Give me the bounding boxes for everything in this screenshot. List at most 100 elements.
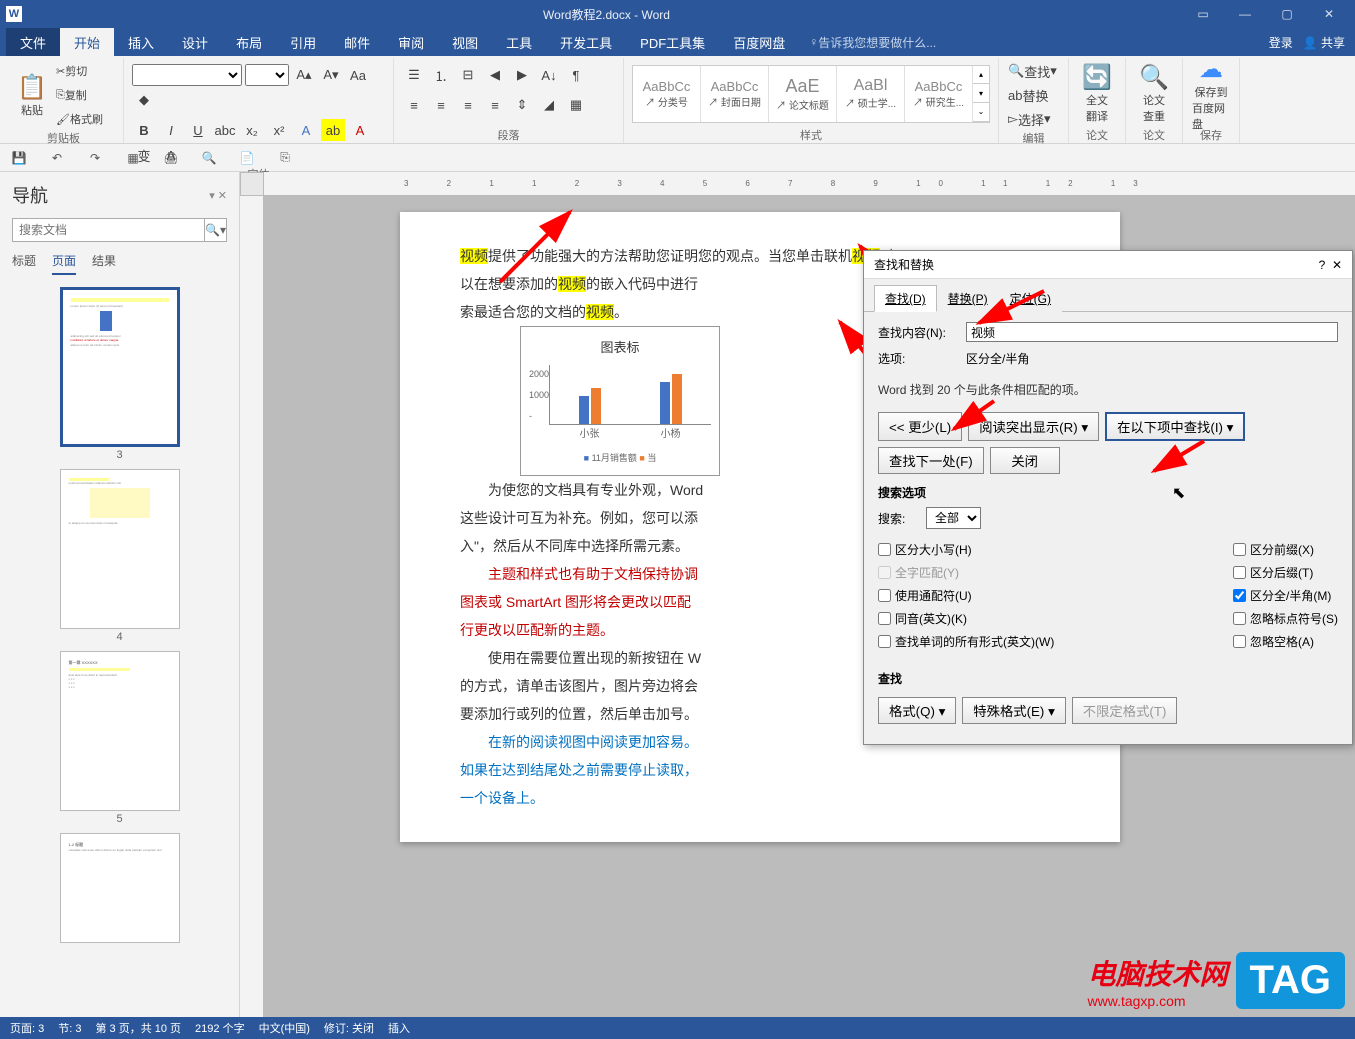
align-right-icon[interactable]: ≡ xyxy=(456,94,480,116)
decrease-indent-icon[interactable]: ◀ xyxy=(483,64,507,86)
status-track[interactable]: 修订: 关闭 xyxy=(324,1020,374,1036)
italic-button[interactable]: I xyxy=(159,119,183,141)
tab-home[interactable]: 开始 xyxy=(60,28,114,56)
align-center-icon[interactable]: ≡ xyxy=(429,94,453,116)
cb-suffix[interactable]: 区分后缀(T) xyxy=(1233,564,1338,581)
search-scope-select[interactable]: 全部 xyxy=(926,507,981,529)
nav-tab-results[interactable]: 结果 xyxy=(92,252,116,275)
text-effects-icon[interactable]: A xyxy=(294,119,318,141)
format-button[interactable]: 格式(Q) ▾ xyxy=(878,697,956,724)
nav-tab-pages[interactable]: 页面 xyxy=(52,252,76,275)
tab-pdf[interactable]: PDF工具集 xyxy=(626,28,719,56)
reading-highlight-button[interactable]: 阅读突出显示(R) ▾ xyxy=(968,412,1099,441)
qat-icon[interactable]: ▦ xyxy=(124,149,142,167)
font-size-select[interactable] xyxy=(245,64,289,86)
status-section[interactable]: 节: 3 xyxy=(58,1020,81,1036)
paste-button[interactable]: 📋粘贴 xyxy=(12,65,52,125)
tab-developer[interactable]: 开发工具 xyxy=(546,28,626,56)
cb-all-forms[interactable]: 查找单词的所有形式(英文)(W) xyxy=(878,633,1054,650)
tell-me-input[interactable]: ♀ 告诉我您想要做什么... xyxy=(799,28,946,56)
style-item[interactable]: AaBl↗ 硕士学... xyxy=(837,66,905,122)
style-item[interactable]: AaBbCc↗ 封面日期 xyxy=(701,66,769,122)
dialog-tab-goto[interactable]: 定位(G) xyxy=(999,285,1062,312)
tab-file[interactable]: 文件 xyxy=(6,28,60,56)
qat-icon[interactable]: ⎘ xyxy=(276,149,294,167)
borders-icon[interactable]: ▦ xyxy=(564,94,588,116)
dialog-help-icon[interactable]: ? xyxy=(1319,258,1326,272)
qat-icon[interactable]: 🔍 xyxy=(200,149,218,167)
multilevel-icon[interactable]: ⊟ xyxy=(456,64,480,86)
vertical-ruler[interactable] xyxy=(240,196,264,1017)
find-button[interactable]: 🔍 查找 ▾ xyxy=(1007,60,1067,82)
style-gallery-more[interactable]: ▴▾⌄ xyxy=(973,66,989,122)
superscript-button[interactable]: x² xyxy=(267,119,291,141)
ribbon-options-icon[interactable]: ▭ xyxy=(1183,4,1223,24)
cut-button[interactable]: ✂ 剪切 xyxy=(55,60,115,82)
style-item[interactable]: AaBbCc↗ 分类号 xyxy=(633,66,701,122)
align-left-icon[interactable]: ≡ xyxy=(402,94,426,116)
save-icon[interactable]: 💾 xyxy=(10,149,28,167)
status-insert[interactable]: 插入 xyxy=(388,1020,410,1036)
page-thumbnail[interactable]: 第一章 XXXXXXduis aute irure dolor in repre… xyxy=(60,651,180,825)
share-button[interactable]: 👤 共享 xyxy=(1303,34,1345,51)
format-painter-button[interactable]: 🖌 格式刷 xyxy=(55,108,115,130)
dialog-tab-replace[interactable]: 替换(P) xyxy=(937,285,999,312)
style-gallery[interactable]: AaBbCc↗ 分类号 AaBbCc↗ 封面日期 AaE↗ 论文标题 AaBl↗… xyxy=(632,65,990,123)
font-family-select[interactable] xyxy=(132,64,242,86)
dialog-tab-find[interactable]: 查找(D) xyxy=(874,285,937,312)
nav-tab-headings[interactable]: 标题 xyxy=(12,252,36,275)
cb-sounds-like[interactable]: 同音(英文)(K) xyxy=(878,610,1054,627)
show-marks-icon[interactable]: ¶ xyxy=(564,64,588,86)
tab-review[interactable]: 审阅 xyxy=(384,28,438,56)
copy-button[interactable]: ⎘ 复制 xyxy=(55,84,115,106)
qat-icon[interactable]: 🖨 xyxy=(162,149,180,167)
qat-icon[interactable]: 📄 xyxy=(238,149,256,167)
page-thumbnail[interactable]: 1.2 标题voluptate velit esse cillum dolore… xyxy=(60,833,180,943)
select-button[interactable]: ▻ 选择 ▾ xyxy=(1007,108,1067,130)
bullets-icon[interactable]: ☰ xyxy=(402,64,426,86)
special-format-button[interactable]: 特殊格式(E) ▾ xyxy=(962,697,1065,724)
find-in-button[interactable]: 在以下项中查找(I) ▾ xyxy=(1105,412,1245,441)
save-baidu-button[interactable]: ☁保存到百度网盘 xyxy=(1191,64,1231,124)
shading-icon[interactable]: ◢ xyxy=(537,94,561,116)
login-link[interactable]: 登录 xyxy=(1269,34,1293,51)
increase-indent-icon[interactable]: ▶ xyxy=(510,64,534,86)
bold-button[interactable]: B xyxy=(132,119,156,141)
status-page[interactable]: 页面: 3 xyxy=(10,1020,44,1036)
style-item[interactable]: AaBbCc↗ 研究生... xyxy=(905,66,973,122)
grow-font-icon[interactable]: A▴ xyxy=(292,64,316,86)
font-color-icon[interactable]: A xyxy=(348,119,372,141)
line-spacing-icon[interactable]: ⇕ xyxy=(510,94,534,116)
dialog-close-icon[interactable]: ✕ xyxy=(1332,258,1342,272)
embedded-chart[interactable]: 图表标 20001000- 小张小杨 ■ 11月销售额 ■ 当 xyxy=(520,326,720,476)
status-word-count[interactable]: 2192 个字 xyxy=(195,1020,245,1036)
cb-prefix[interactable]: 区分前缀(X) xyxy=(1233,541,1338,558)
find-next-button[interactable]: 查找下一处(F) xyxy=(878,447,984,474)
translate-button[interactable]: 🔄全文翻译 xyxy=(1077,64,1117,124)
tab-tools[interactable]: 工具 xyxy=(492,28,546,56)
shrink-font-icon[interactable]: A▾ xyxy=(319,64,343,86)
tab-view[interactable]: 视图 xyxy=(438,28,492,56)
tab-mail[interactable]: 邮件 xyxy=(330,28,384,56)
justify-icon[interactable]: ≡ xyxy=(483,94,507,116)
clear-format-icon[interactable]: ◆ xyxy=(132,89,156,111)
close-icon[interactable]: ✕ xyxy=(1309,4,1349,24)
replace-button[interactable]: ab 替换 xyxy=(1007,84,1067,106)
nav-search-input[interactable] xyxy=(13,219,204,241)
tab-baidu[interactable]: 百度网盘 xyxy=(719,28,799,56)
find-replace-dialog[interactable]: 查找和替换 ? ✕ 查找(D) 替换(P) 定位(G) 查找内容(N): 选项:… xyxy=(863,250,1353,745)
highlight-icon[interactable]: ab xyxy=(321,119,345,141)
minimize-icon[interactable]: — xyxy=(1225,4,1265,24)
redo-icon[interactable]: ↷ xyxy=(86,149,104,167)
thesis-check-button[interactable]: 🔍论文查重 xyxy=(1134,64,1174,124)
cb-match-case[interactable]: 区分大小写(H) xyxy=(878,541,1054,558)
numbering-icon[interactable]: ⒈ xyxy=(429,64,453,86)
status-page-count[interactable]: 第 3 页，共 10 页 xyxy=(95,1020,181,1036)
cb-wildcards[interactable]: 使用通配符(U) xyxy=(878,587,1054,604)
maximize-icon[interactable]: ▢ xyxy=(1267,4,1307,24)
change-case-icon[interactable]: Aa xyxy=(346,64,370,86)
horizontal-ruler[interactable]: 3 2 1 1 2 3 4 5 6 7 8 9 10 11 12 13 xyxy=(264,172,1355,196)
tab-layout[interactable]: 布局 xyxy=(222,28,276,56)
cb-ignore-punct[interactable]: 忽略标点符号(S) xyxy=(1233,610,1338,627)
tab-references[interactable]: 引用 xyxy=(276,28,330,56)
